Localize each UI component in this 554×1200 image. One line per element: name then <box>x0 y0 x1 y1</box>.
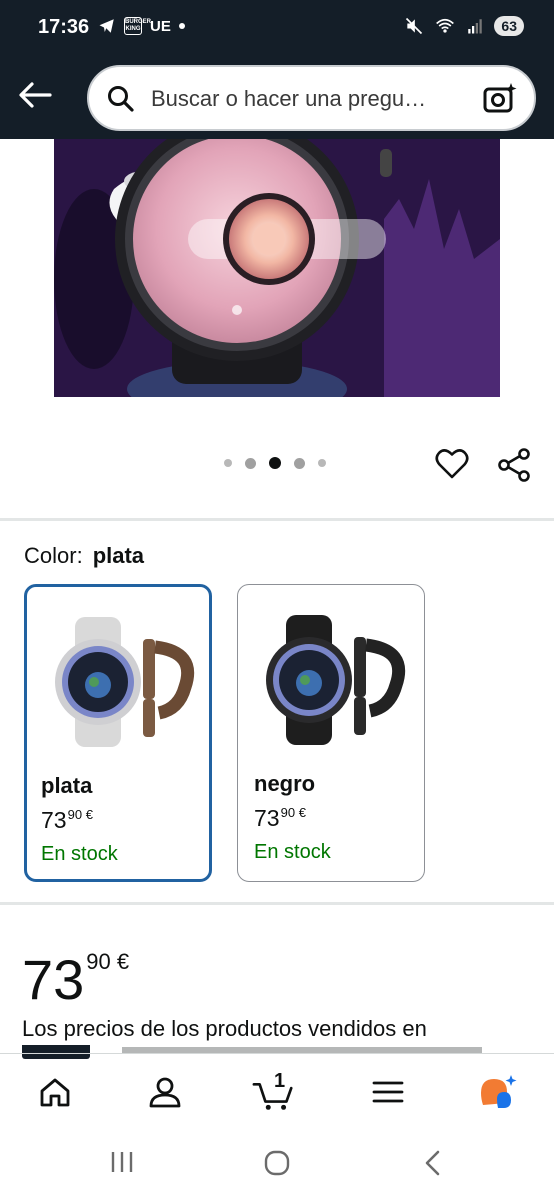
nav-menu[interactable] <box>366 1070 410 1114</box>
burger-king-icon: BURGER KING <box>124 17 151 35</box>
selected-color-value: plata <box>92 543 145 568</box>
stock-status: En stock <box>41 843 118 865</box>
search-input[interactable] <box>151 83 466 115</box>
account-icon <box>149 1077 181 1108</box>
color-option-price: 7390 € <box>41 807 93 833</box>
nav-rufus[interactable] <box>476 1070 520 1114</box>
product-image[interactable] <box>54 139 500 397</box>
home-button-icon[interactable] <box>263 1149 291 1177</box>
share-button[interactable] <box>496 447 532 488</box>
back-arrow-icon <box>19 82 52 108</box>
rufus-icon <box>481 1075 517 1108</box>
status-time: 17:36 <box>38 16 90 38</box>
price-note: Los precios de los productos vendidos en <box>22 1016 427 1041</box>
color-option-name: plata <box>41 773 93 798</box>
battery-indicator: 63 <box>494 16 524 36</box>
home-icon <box>40 1078 70 1107</box>
system-nav-bar <box>0 1127 554 1200</box>
color-option-negro[interactable]: negro 7390 € En stock <box>237 584 425 882</box>
stock-status: En stock <box>254 841 331 863</box>
wishlist-button[interactable] <box>435 447 469 486</box>
status-bar: 17:36 BURGER KING UE 63 <box>0 0 554 56</box>
color-option-price: 7390 € <box>254 805 306 831</box>
share-icon <box>498 448 530 482</box>
carousel-dot[interactable] <box>294 457 305 469</box>
main-price: 7390 € <box>22 948 130 1011</box>
carousel-dot[interactable] <box>224 459 232 467</box>
section-divider <box>0 902 554 905</box>
back-button[interactable] <box>14 74 56 116</box>
search-icon <box>108 86 134 112</box>
back-nav-icon[interactable] <box>421 1149 443 1177</box>
nav-account[interactable] <box>143 1070 187 1114</box>
search-header <box>0 56 554 139</box>
color-option-name: negro <box>254 771 316 796</box>
camera-search-icon[interactable] <box>482 81 518 115</box>
watch-silver-thumbnail <box>55 617 195 747</box>
search-bar[interactable] <box>87 65 536 131</box>
recent-apps-icon[interactable] <box>109 1149 135 1175</box>
carousel-dot-active[interactable] <box>269 457 281 469</box>
mute-icon <box>406 17 423 35</box>
carrier-label: UE <box>150 17 171 35</box>
color-option-plata[interactable]: plata 7390 € En stock <box>24 584 212 882</box>
carousel-dot[interactable] <box>245 457 256 469</box>
telegram-icon <box>99 19 114 33</box>
signal-icon <box>468 19 483 34</box>
nav-home[interactable] <box>33 1070 77 1114</box>
notification-dot <box>178 23 185 29</box>
nav-cart[interactable]: 1 <box>252 1070 296 1114</box>
section-divider <box>0 518 554 521</box>
color-label: Color: plata <box>24 543 145 568</box>
product-photo <box>54 139 500 397</box>
carousel-dot[interactable] <box>318 459 326 467</box>
heart-icon <box>435 449 469 479</box>
bottom-nav: 1 <box>0 1053 554 1127</box>
watch-black-thumbnail <box>266 615 406 745</box>
wifi-icon <box>436 18 455 33</box>
nav-active-indicator <box>22 1054 90 1059</box>
menu-icon <box>372 1081 404 1103</box>
carousel-dots[interactable] <box>224 457 326 469</box>
cart-count: 1 <box>274 1070 286 1092</box>
